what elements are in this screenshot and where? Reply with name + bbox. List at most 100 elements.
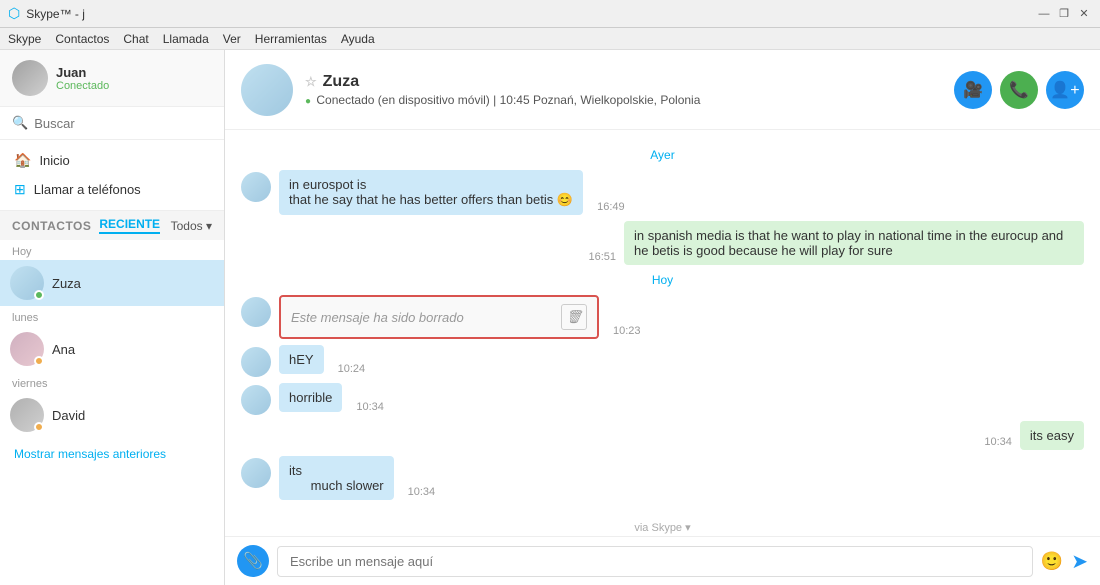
contact-name-zuza: Zuza	[52, 276, 81, 291]
message-input[interactable]	[277, 546, 1033, 577]
menu-item-chat[interactable]: Chat	[123, 32, 148, 46]
search-icon: 🔍	[12, 115, 28, 131]
menu-item-herramientas[interactable]: Herramientas	[255, 32, 327, 46]
contact-item-david[interactable]: David	[0, 392, 224, 438]
menu-item-skype[interactable]: Skype	[8, 32, 41, 46]
sidebar-profile: Juan Conectado	[0, 50, 224, 107]
message-row-4: hEY 10:24	[241, 345, 1084, 377]
emoji-button[interactable]: 🙂	[1041, 551, 1063, 572]
sidebar: Juan Conectado 🔍 🏠 Inicio ⊞ Llamar a tel…	[0, 50, 225, 585]
minimize-button[interactable]: —	[1036, 6, 1052, 22]
nav-item-llamar[interactable]: ⊞ Llamar a teléfonos	[0, 175, 224, 204]
profile-name: Juan	[56, 65, 109, 80]
david-avatar	[10, 398, 44, 432]
group-label-lunes: lunes	[0, 306, 224, 326]
message-row-own: 16:51 in spanish media is that he want t…	[241, 221, 1084, 265]
add-contact-button[interactable]: 👤+	[1046, 71, 1084, 109]
msg-text-5: horrible	[289, 390, 332, 405]
close-button[interactable]: ✕	[1076, 6, 1092, 22]
app-body: Juan Conectado 🔍 🏠 Inicio ⊞ Llamar a tel…	[0, 50, 1100, 585]
ana-avatar	[10, 332, 44, 366]
nav-label-llamar: Llamar a teléfonos	[34, 182, 141, 197]
group-label-hoy: Hoy	[0, 240, 224, 260]
menu-item-ver[interactable]: Ver	[223, 32, 241, 46]
menu-item-ayuda[interactable]: Ayuda	[341, 32, 375, 46]
menu-item-llamada[interactable]: Llamada	[163, 32, 209, 46]
search-input[interactable]	[34, 116, 212, 131]
msg-avatar-4	[241, 347, 271, 377]
search-bar[interactable]: 🔍	[0, 107, 224, 140]
msg-text-deleted: Este mensaje ha sido borrado	[291, 310, 464, 325]
msg-time-5: 10:34	[356, 401, 384, 415]
msg-bubble-2: in spanish media is that he want to play…	[624, 221, 1084, 265]
contact-item-zuza[interactable]: Zuza	[0, 260, 224, 306]
trash-icon: 🗑	[566, 309, 583, 325]
menubar: Skype Contactos Chat Llamada Ver Herramientas…	[0, 28, 1100, 50]
nav-item-inicio[interactable]: 🏠 Inicio	[0, 146, 224, 175]
user-avatar	[12, 60, 48, 96]
chat-contact-name: ☆ Zuza	[305, 73, 942, 91]
msg-avatar-1	[241, 172, 271, 202]
msg-avatar-7	[241, 458, 271, 488]
show-older-section: Mostrar mensajes anteriores	[0, 438, 224, 469]
via-skype-label[interactable]: via Skype ▾	[225, 521, 1100, 534]
menu-item-contactos[interactable]: Contactos	[55, 32, 109, 46]
contacts-filter[interactable]: Todos ▾	[171, 219, 212, 233]
messages-area[interactable]: Ayer in eurospot isthat he say that he h…	[225, 130, 1100, 517]
video-icon: 🎥	[963, 80, 983, 100]
trash-icon-button[interactable]: 🗑	[561, 304, 587, 330]
send-button[interactable]: ➤	[1071, 549, 1088, 574]
titlebar-controls: — ❐ ✕	[1036, 6, 1092, 22]
star-icon: ☆	[305, 74, 317, 90]
msg-text-1: in eurospot isthat he say that he has be…	[289, 177, 573, 207]
input-area: 📎 🙂 ➤	[225, 536, 1100, 585]
msg-bubble-6: its easy	[1020, 421, 1084, 450]
msg-time-4: 10:24	[338, 363, 366, 377]
video-call-button[interactable]: 🎥	[954, 71, 992, 109]
message-row-6: 10:34 its easy	[241, 421, 1084, 450]
chat-avatar	[241, 64, 293, 116]
msg-text-2: in spanish media is that he want to play…	[634, 228, 1063, 258]
contact-name-ana: Ana	[52, 342, 75, 357]
profile-status: Conectado	[56, 80, 109, 92]
msg-time-2: 16:51	[588, 251, 616, 265]
message-row: in eurospot isthat he say that he has be…	[241, 170, 1084, 215]
contacts-header: CONTACTOS RECIENTE Todos ▾	[0, 211, 224, 240]
contacts-label: CONTACTOS	[12, 219, 91, 233]
avatar-image	[12, 60, 48, 96]
msg-bubble-5: horrible	[279, 383, 342, 412]
voice-call-button[interactable]: 📞	[1000, 71, 1038, 109]
home-icon: 🏠	[14, 152, 31, 169]
away-status-dot-david	[34, 422, 44, 432]
attach-button[interactable]: 📎	[237, 545, 269, 577]
day-separator-today: Hoy	[241, 273, 1084, 287]
msg-bubble-deleted: Este mensaje ha sido borrado 🗑	[279, 295, 599, 339]
emoji-icon: 🙂	[1041, 551, 1063, 571]
message-row-deleted: Este mensaje ha sido borrado 🗑 10:23	[241, 295, 1084, 339]
day-separator-yesterday: Ayer	[241, 148, 1084, 162]
chevron-down-icon: ▾	[206, 219, 212, 233]
status-green-dot-icon: ●	[305, 96, 311, 107]
chat-contact-status: ● Conectado (en dispositivo móvil) | 10:…	[305, 93, 942, 107]
restore-button[interactable]: ❐	[1056, 6, 1072, 22]
contact-item-ana[interactable]: Ana	[0, 326, 224, 372]
away-status-dot-ana	[34, 356, 44, 366]
msg-avatar-5	[241, 385, 271, 415]
msg-bubble-1: in eurospot isthat he say that he has be…	[279, 170, 583, 215]
recent-tab[interactable]: RECIENTE	[99, 217, 160, 234]
titlebar: ⬡ Skype™ - j — ❐ ✕	[0, 0, 1100, 28]
titlebar-left: ⬡ Skype™ - j	[8, 5, 85, 22]
msg-time-3: 10:23	[613, 325, 641, 339]
dialpad-icon: ⊞	[14, 181, 26, 198]
nav-label-inicio: Inicio	[39, 153, 69, 168]
group-label-viernes: viernes	[0, 372, 224, 392]
msg-bubble-7: its much slower	[279, 456, 394, 500]
chat-contact-info: ☆ Zuza ● Conectado (en dispositivo móvil…	[305, 73, 942, 107]
msg-time-6: 10:34	[984, 436, 1012, 450]
msg-avatar-3	[241, 297, 271, 327]
zuza-avatar	[10, 266, 44, 300]
msg-text-7: its much slower	[289, 463, 384, 493]
show-older-link[interactable]: Mostrar mensajes anteriores	[14, 447, 166, 461]
msg-time-1: 16:49	[597, 201, 625, 215]
chat-header: ☆ Zuza ● Conectado (en dispositivo móvil…	[225, 50, 1100, 130]
